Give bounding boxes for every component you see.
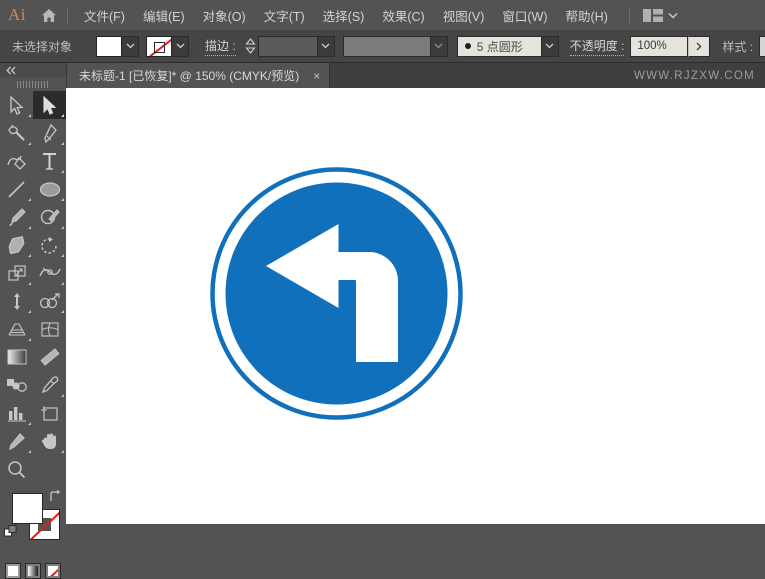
artboard-tool[interactable] <box>33 399 66 427</box>
brush-definition-control[interactable]: 5 点圆形 <box>456 35 559 57</box>
stroke-color-control[interactable] <box>146 35 190 57</box>
none-mode-button[interactable] <box>45 563 61 579</box>
width-profile-caret[interactable] <box>430 35 448 57</box>
mesh-tool[interactable] <box>33 315 66 343</box>
menu-file[interactable]: 文件(F) <box>75 0 134 30</box>
menu-divider-2 <box>628 6 630 24</box>
document-tab[interactable]: 未标题-1 [已恢复]* @ 150% (CMYK/预览) × <box>66 63 331 88</box>
brush-definition-value[interactable]: 5 点圆形 <box>456 35 542 57</box>
document-tab-bar: 未标题-1 [已恢复]* @ 150% (CMYK/预览) × WWW.RJZX… <box>0 63 765 88</box>
perspective-grid-tool[interactable] <box>0 315 33 343</box>
brush-dot-icon <box>464 43 471 49</box>
stroke-weight-stepper[interactable] <box>243 36 258 57</box>
close-icon[interactable]: × <box>313 70 320 82</box>
gradient-tool[interactable] <box>0 343 33 371</box>
color-mode-button[interactable] <box>5 563 21 579</box>
width-profile-control[interactable] <box>342 35 448 57</box>
color-controls <box>0 487 66 579</box>
swap-fill-stroke-icon[interactable] <box>48 489 62 503</box>
selection-tool[interactable] <box>33 91 66 119</box>
app-logo: Ai <box>8 5 26 24</box>
tools-panel <box>0 63 67 579</box>
menu-bar: Ai 文件(F) 编辑(E) 对象(O) 文字(T) 选择(S) 效果(C) 视… <box>0 0 765 30</box>
width-profile-input[interactable] <box>342 35 431 57</box>
stroke-weight-control[interactable] <box>243 35 335 57</box>
arrange-documents-icon[interactable] <box>639 0 682 30</box>
fill-dropdown-caret[interactable] <box>122 35 140 57</box>
width-tool[interactable] <box>33 259 66 287</box>
pen-tool[interactable] <box>33 119 66 147</box>
gradient-mode-button[interactable] <box>25 563 41 579</box>
stroke-swatch-inner <box>154 41 166 53</box>
watermark-text: WWW.RJZXW.COM <box>633 69 755 82</box>
free-transform-tool[interactable] <box>0 287 33 315</box>
home-icon[interactable] <box>34 0 64 30</box>
chevron-down-icon <box>668 12 678 18</box>
illustrator-window: Ai 文件(F) 编辑(E) 对象(O) 文字(T) 选择(S) 效果(C) 视… <box>0 0 765 579</box>
brush-definition-caret[interactable] <box>541 35 559 57</box>
scale-tool[interactable] <box>0 259 33 287</box>
eyedropper-tool[interactable] <box>33 371 66 399</box>
style-swatch[interactable] <box>759 35 765 57</box>
ellipse-tool[interactable] <box>33 175 66 203</box>
fill-swatch[interactable] <box>96 35 123 57</box>
eraser-tool[interactable] <box>0 231 33 259</box>
stroke-weight-caret[interactable] <box>317 35 335 57</box>
column-graph-tool[interactable] <box>0 399 33 427</box>
menu-edit[interactable]: 编辑(E) <box>134 0 194 30</box>
menu-window[interactable]: 窗口(W) <box>493 0 556 30</box>
opacity-input[interactable]: 100% <box>630 35 689 57</box>
shaper-tool[interactable] <box>33 203 66 231</box>
opacity-label: 不透明度 : <box>569 37 625 56</box>
turn-left-traffic-sign[interactable] <box>209 166 464 421</box>
paintbrush-tool[interactable] <box>0 203 33 231</box>
tool-grid <box>0 91 66 483</box>
menu-select[interactable]: 选择(S) <box>314 0 374 30</box>
menu-view[interactable]: 视图(V) <box>434 0 494 30</box>
menu-help[interactable]: 帮助(H) <box>557 0 617 30</box>
menu-object[interactable]: 对象(O) <box>194 0 255 30</box>
opacity-flyout-arrow[interactable] <box>688 35 711 57</box>
blend-tool[interactable] <box>0 371 33 399</box>
fill-color-control[interactable] <box>96 35 140 57</box>
menu-effect[interactable]: 效果(C) <box>373 0 433 30</box>
shape-builder-tool[interactable] <box>33 287 66 315</box>
color-mode-row <box>5 563 61 579</box>
measure-tool[interactable] <box>33 343 66 371</box>
type-tool[interactable] <box>33 147 66 175</box>
selection-status: 未选择对象 <box>12 39 73 54</box>
tools-panel-header[interactable] <box>0 63 66 77</box>
direct-selection-tool[interactable] <box>0 91 33 119</box>
stroke-dropdown-caret[interactable] <box>172 35 190 57</box>
stroke-weight-input[interactable] <box>257 35 318 57</box>
default-fill-stroke-icon[interactable] <box>4 525 18 539</box>
menu-type[interactable]: 文字(T) <box>255 0 314 30</box>
curvature-tool[interactable] <box>0 147 33 175</box>
control-bar: 未选择对象 描边 : 5 点圆形 不透明度: 100% 样式: <box>0 30 765 63</box>
fill-color-indicator[interactable] <box>12 493 43 524</box>
stroke-label: 描边 : <box>205 37 236 56</box>
zoom-tool[interactable] <box>0 455 33 483</box>
toolbar-drag-grip[interactable] <box>0 77 66 91</box>
collapse-panel-icon <box>6 66 16 74</box>
opacity-control[interactable]: 100% <box>630 35 711 57</box>
document-tab-title: 未标题-1 [已恢复]* @ 150% (CMYK/预览) <box>79 69 300 83</box>
slice-tool[interactable] <box>0 427 33 455</box>
document-canvas[interactable] <box>66 88 765 524</box>
tool-slot-empty <box>33 455 66 483</box>
stroke-swatch-none[interactable] <box>146 35 173 57</box>
style-label: 样式 : <box>722 39 754 54</box>
hand-tool[interactable] <box>33 427 66 455</box>
menu-divider <box>67 6 68 24</box>
rotate-tool[interactable] <box>33 231 66 259</box>
line-segment-tool[interactable] <box>0 175 33 203</box>
brush-definition-label: 5 点圆形 <box>476 39 523 54</box>
magic-wand-tool[interactable] <box>0 119 33 147</box>
style-control[interactable] <box>759 35 765 57</box>
